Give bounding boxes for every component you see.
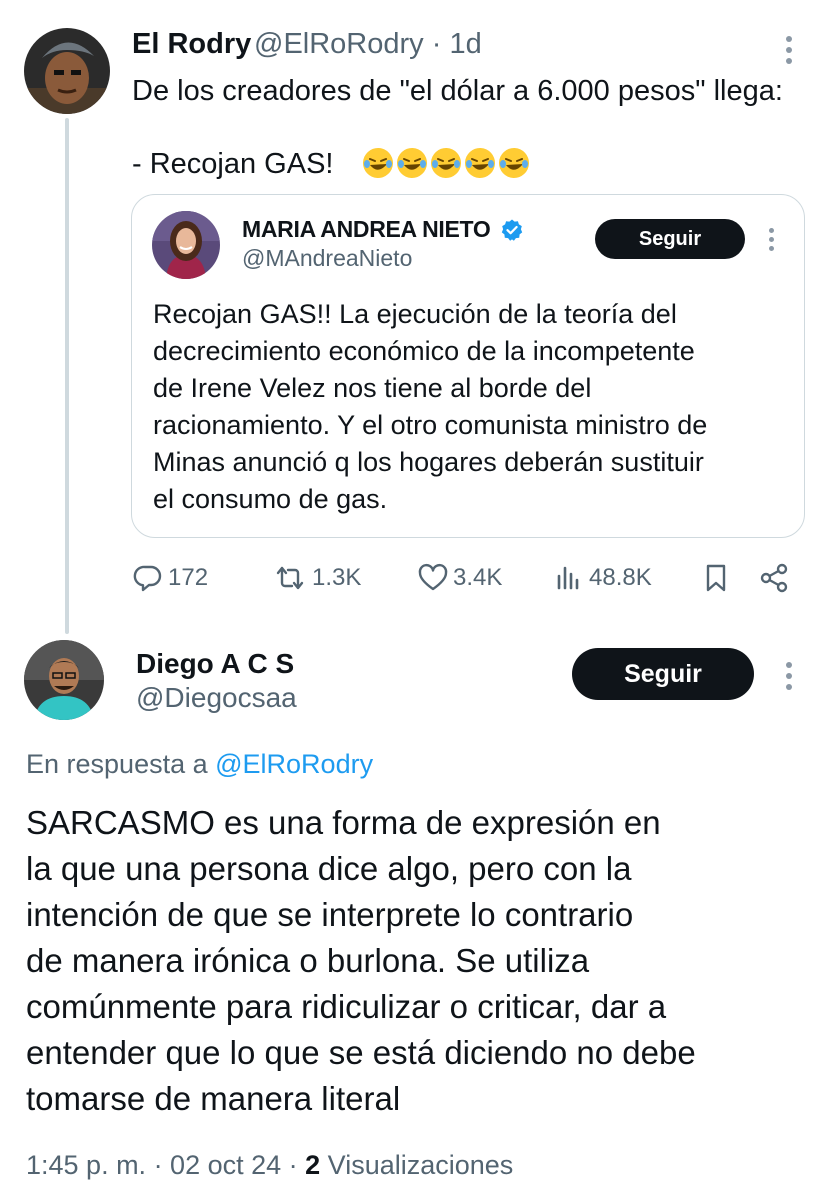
parent-author-name[interactable]: El Rodry bbox=[132, 28, 251, 61]
reply-author-name[interactable]: Diego A C S bbox=[136, 648, 294, 680]
laughing-emoji-icon bbox=[397, 148, 427, 178]
reply-count: 172 bbox=[168, 564, 209, 591]
repost-icon bbox=[276, 566, 304, 590]
views-button[interactable]: 48.8K bbox=[553, 562, 652, 594]
quoted-text-line: Recojan GAS!! La ejecución de la teoría … bbox=[153, 299, 677, 329]
reply-text-line: intención de que se interprete lo contra… bbox=[26, 896, 634, 933]
thread-connector-line bbox=[65, 118, 69, 634]
reply-text-line: de manera irónica o burlona. Se utiliza bbox=[26, 942, 590, 979]
in-reply-prefix: En respuesta a bbox=[26, 749, 216, 779]
laughing-emoji-icon bbox=[431, 148, 461, 178]
verified-badge-icon bbox=[501, 219, 523, 241]
quoted-tweet-text: Recojan GAS!! La ejecución de la teoría … bbox=[153, 296, 793, 518]
reply-text-line: la que una persona dice algo, pero con l… bbox=[26, 850, 632, 887]
quoted-text-line: racionamiento. Y el otro comunista minis… bbox=[153, 410, 708, 440]
parent-time[interactable]: 1d bbox=[449, 28, 481, 60]
parent-handle[interactable]: @ElRoRodry bbox=[254, 28, 424, 60]
repost-count: 1.3K bbox=[312, 564, 362, 591]
like-icon bbox=[418, 563, 448, 591]
in-reply-to: En respuesta a @ElRoRodry bbox=[26, 749, 373, 780]
share-icon bbox=[760, 563, 788, 593]
like-button[interactable]: 3.4K bbox=[417, 562, 502, 594]
reply-icon bbox=[133, 565, 162, 592]
reply-text-line: SARCASMO es una forma de expresión en bbox=[26, 804, 661, 841]
reply-follow-button[interactable]: Seguir bbox=[572, 648, 754, 700]
views-count: 48.8K bbox=[589, 564, 652, 591]
reply-more-icon[interactable] bbox=[784, 662, 794, 695]
reply-meta: 1:45 p. m. · 02 oct 24 · 2 Visualizacion… bbox=[26, 1150, 513, 1181]
avatar-maria-andrea-nieto[interactable] bbox=[152, 211, 220, 279]
separator-dot: · bbox=[431, 28, 450, 60]
like-count: 3.4K bbox=[453, 564, 503, 591]
reply-handle[interactable]: @Diegocsaa bbox=[136, 682, 297, 714]
parent-text-line-2: - Recojan GAS! bbox=[132, 148, 334, 180]
parent-handle-time[interactable]: @ElRoRodry · 1d bbox=[254, 28, 482, 61]
quoted-text-line: Minas anunció q los hogares deberán sust… bbox=[153, 447, 704, 477]
quoted-handle[interactable]: @MAndreaNieto bbox=[242, 245, 412, 272]
quoted-more-icon[interactable] bbox=[766, 228, 776, 256]
avatar-el-rodry[interactable] bbox=[24, 28, 110, 114]
parent-more-icon[interactable] bbox=[784, 36, 794, 69]
reply-tweet-text: SARCASMO es una forma de expresión en la… bbox=[26, 800, 816, 1122]
reply-text-line: entender que lo que se está diciendo no … bbox=[26, 1034, 696, 1071]
views-icon bbox=[557, 566, 579, 590]
tweet-action-bar: 172 1.3K 3.4K 48.8K bbox=[0, 562, 830, 596]
laughing-emoji-icon bbox=[363, 148, 393, 178]
avatar-diego[interactable] bbox=[24, 640, 104, 720]
parent-text-line-1: De los creadores de "el dólar a 6.000 pe… bbox=[132, 75, 783, 107]
in-reply-handle-link[interactable]: @ElRoRodry bbox=[215, 749, 373, 779]
laughing-emoji-row bbox=[362, 147, 530, 179]
laughing-emoji-icon bbox=[499, 148, 529, 178]
quoted-text-line: de Irene Velez nos tiene al borde del bbox=[153, 373, 592, 403]
reply-text-line: comúnmente para ridiculizar o criticar, … bbox=[26, 988, 667, 1025]
reply-button[interactable]: 172 bbox=[132, 562, 208, 594]
quoted-text-line: decrecimiento económico de la incompeten… bbox=[153, 336, 695, 366]
laughing-emoji-icon bbox=[465, 148, 495, 178]
bookmark-icon bbox=[706, 564, 726, 592]
quoted-follow-button[interactable]: Seguir bbox=[595, 219, 745, 259]
reply-timestamp[interactable]: 1:45 p. m. · 02 oct 24 · bbox=[26, 1150, 305, 1180]
reply-views-label: Visualizaciones bbox=[320, 1150, 514, 1180]
reply-text-line: tomarse de manera literal bbox=[26, 1080, 401, 1117]
bookmark-button[interactable] bbox=[700, 562, 732, 594]
share-button[interactable] bbox=[758, 562, 790, 594]
quoted-text-line: el consumo de gas. bbox=[153, 484, 388, 514]
repost-button[interactable]: 1.3K bbox=[272, 562, 361, 594]
quoted-author-name[interactable]: MARIA ANDREA NIETO bbox=[242, 216, 491, 243]
reply-views-count: 2 bbox=[305, 1150, 321, 1180]
